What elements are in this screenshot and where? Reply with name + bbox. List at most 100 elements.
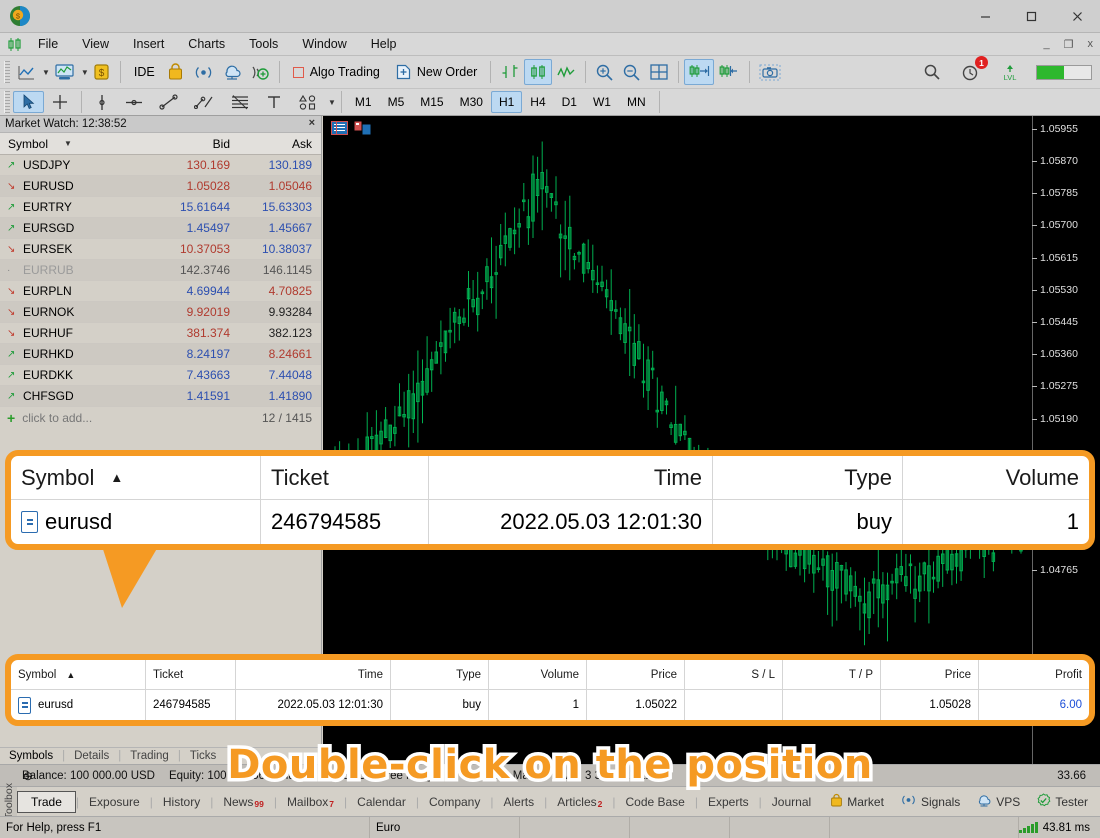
new-order-button[interactable]: New Order [388,59,485,85]
menu-item-file[interactable]: File [26,35,70,53]
currency-icon[interactable]: $ [89,59,115,85]
search-icon[interactable] [919,59,945,85]
period-m15[interactable]: M15 [412,91,451,113]
callout-data-row[interactable]: eurusd 246794585 2022.05.03 12:01:30 buy… [11,500,1089,544]
toolbox-tab-trade[interactable]: Trade [17,790,76,813]
callout-header-symbol[interactable]: Symbol ▲ [11,456,261,500]
mdi-close-button[interactable]: x [1085,38,1097,50]
callout-header-time[interactable]: Time [429,456,713,500]
trade-header-tp[interactable]: T / P [783,660,881,690]
menu-item-view[interactable]: View [70,35,121,53]
toolbox-tab-company[interactable]: Company [419,792,490,812]
trade-header-symbol[interactable]: Symbol ▲ [11,660,146,690]
trendline-tool-icon[interactable] [151,91,186,113]
toolbox-tab-alerts[interactable]: Alerts [493,792,544,812]
trade-header-profit[interactable]: Profit [979,660,1089,690]
market-watch-row[interactable]: ↘ EURSEK 10.37053 10.38037 [0,239,321,260]
line-chart-icon[interactable] [13,59,40,85]
callout-header-ticket[interactable]: Ticket [261,456,429,500]
market-watch-row[interactable]: ↗ EURHKD 8.24197 8.24661 [0,344,321,365]
text-tool-icon[interactable] [258,91,290,113]
symbol-sort-chevron-down-icon[interactable]: ▼ [64,139,72,148]
period-m30[interactable]: M30 [452,91,491,113]
callout-header-volume[interactable]: Volume [903,456,1089,500]
crosshair-tool-icon[interactable] [44,91,76,113]
callout-header-type[interactable]: Type [713,456,903,500]
market-watch-row[interactable]: ↘ EURUSD 1.05028 1.05046 [0,176,321,197]
polyline-tool-icon[interactable] [186,91,222,113]
tile-windows-icon[interactable] [645,59,673,85]
market-watch-row[interactable]: ↘ EURHUF 381.374 382.123 [0,323,321,344]
period-w1[interactable]: W1 [585,91,619,113]
vps-link[interactable]: VPS [970,792,1026,812]
indicators-chevron-down-icon[interactable]: ▼ [81,68,89,77]
market-watch-close-icon[interactable]: × [309,117,315,129]
market-watch-row[interactable]: ↗ EURDKK 7.43663 7.44048 [0,365,321,386]
trade-header-type[interactable]: Type [391,660,489,690]
shapes-tool-icon[interactable] [290,91,326,113]
indicators-icon[interactable] [50,59,79,85]
trade-header-volume[interactable]: Volume [489,660,587,690]
toolbox-tab-calendar[interactable]: Calendar [347,792,416,812]
level-indicator-icon[interactable]: LVL [996,59,1024,85]
bar-chart-icon[interactable] [496,59,524,85]
period-d1[interactable]: D1 [554,91,585,113]
market-watch-row[interactable]: ↘ EURNOK 9.92019 9.93284 [0,302,321,323]
mdi-restore-button[interactable]: ❐ [1061,38,1077,51]
signals-icon[interactable] [189,59,218,85]
period-h1[interactable]: H1 [490,91,523,113]
line-mode-icon[interactable] [552,59,580,85]
horizontal-line-tool-icon[interactable] [117,91,151,113]
menu-item-window[interactable]: Window [290,35,358,53]
market-watch-row[interactable]: · EURRUB 142.3746 146.1145 [0,260,321,281]
trade-header-price-open[interactable]: Price [587,660,685,690]
column-header-symbol[interactable]: Symbol [8,137,48,151]
ide-button[interactable]: IDE [126,59,163,85]
chart-type-chevron-down-icon[interactable]: ▼ [42,68,50,77]
market-bag-icon[interactable] [163,59,189,85]
menu-item-charts[interactable]: Charts [176,35,237,53]
zoom-out-icon[interactable] [618,59,645,85]
market-watch-row[interactable]: ↗ USDJPY 130.169 130.189 [0,155,321,176]
chart-shift-icon[interactable] [714,59,744,85]
vps-cloud-icon[interactable] [218,59,246,85]
trade-table-row[interactable]: eurusd 246794585 2022.05.03 12:01:30 buy… [11,690,1089,720]
fibonacci-tool-icon[interactable] [222,91,258,113]
toolbox-tab-experts[interactable]: Experts [698,792,759,812]
candlestick-menu-icon[interactable] [4,37,26,52]
toolbox-tab-journal[interactable]: Journal [762,792,821,812]
period-m1[interactable]: M1 [347,91,380,113]
notifications-icon[interactable]: 1 [957,56,988,85]
tester-link[interactable]: Tester [1030,791,1094,813]
toolbox-tab-exposure[interactable]: Exposure [79,792,150,812]
toolbox-tab-mailbox[interactable]: Mailbox 7 [277,792,344,812]
period-h4[interactable]: H4 [522,91,553,113]
market-watch-row[interactable]: ↗ EURSGD 1.45497 1.45667 [0,218,321,239]
menu-item-insert[interactable]: Insert [121,35,176,53]
column-header-ask[interactable]: Ask [239,137,321,151]
signals-link[interactable]: Signals [894,792,966,811]
toolbox-tab-news[interactable]: News 99 [213,792,273,812]
auto-scroll-icon[interactable] [684,59,715,85]
toolbox-tab-code-base[interactable]: Code Base [615,792,694,812]
minimize-button[interactable] [962,0,1008,33]
market-link[interactable]: Market [824,791,890,812]
candlestick-chart-icon[interactable] [524,59,553,85]
period-m5[interactable]: M5 [380,91,413,113]
cursor-tool-icon[interactable] [13,91,44,113]
market-watch-row[interactable]: ↘ EURPLN 4.69944 4.70825 [0,281,321,302]
market-watch-add-row[interactable]: + click to add... 12 / 1415 [0,407,321,428]
zoom-in-icon[interactable] [591,59,618,85]
trade-header-price-current[interactable]: Price [881,660,979,690]
screenshot-camera-icon[interactable] [755,59,785,85]
toolbar-grip[interactable] [4,61,10,83]
trade-header-time[interactable]: Time [236,660,391,690]
trade-header-ticket[interactable]: Ticket [146,660,236,690]
period-mn[interactable]: MN [619,91,654,113]
maximize-button[interactable] [1008,0,1054,33]
copy-trading-icon[interactable] [246,59,274,85]
trade-header-sl[interactable]: S / L [685,660,783,690]
toolbox-tab-articles[interactable]: Articles 2 [547,792,612,812]
drawing-toolbar-grip[interactable] [4,91,10,113]
market-watch-row[interactable]: ↗ CHFSGD 1.41591 1.41890 [0,386,321,407]
